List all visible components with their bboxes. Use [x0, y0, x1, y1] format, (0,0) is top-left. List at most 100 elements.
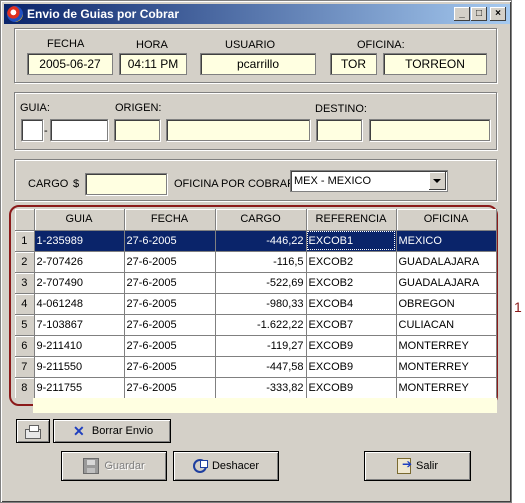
- column-header-referencia[interactable]: REFERENCIA: [306, 209, 397, 231]
- row-header[interactable]: 6: [15, 335, 35, 357]
- app-icon: [7, 6, 23, 22]
- table-row[interactable]: 8 9-211755 27-6-2005 -333,82 EXCOB9 MONTERREY: [15, 377, 497, 398]
- annotation-number: 1: [514, 299, 522, 315]
- cell-referencia[interactable]: EXCOB1: [306, 230, 397, 252]
- close-button[interactable]: ×: [490, 7, 506, 21]
- usuario-label: USUARIO: [225, 39, 276, 51]
- row-header[interactable]: 1: [15, 230, 35, 252]
- cell-referencia[interactable]: EXCOB7: [306, 314, 397, 336]
- cargo-input[interactable]: [85, 173, 167, 195]
- cell-fecha[interactable]: 27-6-2005: [124, 272, 216, 294]
- cell-guia[interactable]: 9-211410: [34, 335, 125, 357]
- guias-table: GUIA FECHA CARGO REFERENCIA OFICINA 1 1-2…: [15, 209, 497, 398]
- table-row[interactable]: 6 9-211410 27-6-2005 -119,27 EXCOB9 MONTERREY: [15, 335, 497, 357]
- cell-oficina[interactable]: OBREGON: [396, 293, 497, 315]
- table-row[interactable]: 1 1-235989 27-6-2005 -446,22 EXCOB1 MEXICO: [15, 230, 497, 252]
- guia-label: GUIA:: [20, 102, 50, 114]
- cell-guia[interactable]: 2-707490: [34, 272, 125, 294]
- window-title: Envio de Guias por Cobrar: [27, 7, 180, 21]
- cell-cargo[interactable]: -333,82: [215, 377, 307, 398]
- cell-cargo[interactable]: -447,58: [215, 356, 307, 378]
- cell-guia[interactable]: 1-235989: [34, 230, 125, 252]
- main-window: Envio de Guias por Cobrar _ □ × FECHA 20…: [0, 0, 512, 503]
- oficina-por-cobrar-label: OFICINA POR COBRAR:: [174, 178, 299, 190]
- cell-fecha[interactable]: 27-6-2005: [124, 293, 216, 315]
- fecha-field: 2005-06-27: [27, 53, 113, 75]
- guias-grid[interactable]: GUIA FECHA CARGO REFERENCIA OFICINA 1 1-2…: [15, 209, 497, 398]
- cell-guia[interactable]: 9-211550: [34, 356, 125, 378]
- destino-code-field: [316, 119, 362, 141]
- cell-fecha[interactable]: 27-6-2005: [124, 356, 216, 378]
- chevron-down-icon[interactable]: [429, 172, 446, 190]
- guia-number-input[interactable]: [50, 119, 108, 141]
- table-row[interactable]: 4 4-061248 27-6-2005 -980,33 EXCOB4 OBREGON: [15, 293, 497, 315]
- cell-fecha[interactable]: 27-6-2005: [124, 335, 216, 357]
- cell-guia[interactable]: 7-103867: [34, 314, 125, 336]
- cell-referencia[interactable]: EXCOB9: [306, 356, 397, 378]
- row-header[interactable]: 3: [15, 272, 35, 294]
- cell-oficina[interactable]: MONTERREY: [396, 356, 497, 378]
- maximize-button[interactable]: □: [471, 7, 487, 21]
- cell-fecha[interactable]: 27-6-2005: [124, 377, 216, 398]
- table-row[interactable]: 3 2-707490 27-6-2005 -522,69 EXCOB2 GUADALAJA…: [15, 272, 497, 294]
- guia-prefix-input[interactable]: [21, 119, 43, 141]
- fecha-label: FECHA: [47, 38, 85, 50]
- salir-button[interactable]: Salir: [364, 451, 471, 481]
- cell-cargo[interactable]: -1.622,22: [215, 314, 307, 336]
- column-header-fecha[interactable]: FECHA: [124, 209, 216, 231]
- save-icon: [83, 458, 100, 474]
- grid-footer-strip: [33, 398, 497, 413]
- print-button[interactable]: [16, 419, 50, 443]
- guia-panel: GUIA: - ORIGEN: DESTINO:: [14, 92, 497, 150]
- cell-oficina[interactable]: CULIACAN: [396, 314, 497, 336]
- cell-referencia[interactable]: EXCOB4: [306, 293, 397, 315]
- currency-symbol: $: [73, 178, 80, 190]
- cell-cargo[interactable]: -119,27: [215, 335, 307, 357]
- cell-cargo[interactable]: -522,69: [215, 272, 307, 294]
- minimize-button[interactable]: _: [454, 7, 470, 21]
- deshacer-label: Deshacer: [211, 460, 260, 472]
- cell-referencia[interactable]: EXCOB9: [306, 377, 397, 398]
- cell-guia[interactable]: 4-061248: [34, 293, 125, 315]
- row-header[interactable]: 2: [15, 251, 35, 273]
- usuario-field: pcarrillo: [200, 53, 316, 75]
- borrar-envio-button[interactable]: ✕ Borrar Envio: [53, 419, 171, 443]
- cargo-panel: CARGO $ OFICINA POR COBRAR: MEX - MEXICO: [14, 159, 497, 201]
- cell-fecha[interactable]: 27-6-2005: [124, 230, 216, 252]
- cell-referencia[interactable]: EXCOB2: [306, 251, 397, 273]
- cell-guia[interactable]: 9-211755: [34, 377, 125, 398]
- table-row[interactable]: 2 2-707426 27-6-2005 -116,5 EXCOB2 GUADALAJAR…: [15, 251, 497, 273]
- row-header[interactable]: 4: [15, 293, 35, 315]
- origen-code-field: [114, 119, 160, 141]
- table-row[interactable]: 7 9-211550 27-6-2005 -447,58 EXCOB9 MONTERREY: [15, 356, 497, 378]
- cell-referencia[interactable]: EXCOB2: [306, 272, 397, 294]
- cell-guia[interactable]: 2-707426: [34, 251, 125, 273]
- row-header[interactable]: 8: [15, 377, 35, 398]
- guardar-label: Guardar: [104, 460, 145, 472]
- title-bar[interactable]: Envio de Guias por Cobrar _ □ ×: [4, 4, 510, 24]
- oficina-por-cobrar-select[interactable]: MEX - MEXICO: [290, 170, 448, 192]
- cell-oficina[interactable]: MEXICO: [396, 230, 497, 252]
- cell-oficina[interactable]: GUADALAJARA: [396, 272, 497, 294]
- cell-referencia[interactable]: EXCOB9: [306, 335, 397, 357]
- column-header-guia[interactable]: GUIA: [34, 209, 125, 231]
- deshacer-button[interactable]: Deshacer: [173, 451, 279, 481]
- cell-oficina[interactable]: MONTERREY: [396, 377, 497, 398]
- cell-cargo[interactable]: -116,5: [215, 251, 307, 273]
- origen-label: ORIGEN:: [115, 102, 162, 114]
- column-header-oficina[interactable]: OFICINA: [396, 209, 497, 231]
- column-header-cargo[interactable]: CARGO: [215, 209, 307, 231]
- cell-oficina[interactable]: MONTERREY: [396, 335, 497, 357]
- cell-fecha[interactable]: 27-6-2005: [124, 314, 216, 336]
- table-row[interactable]: 5 7-103867 27-6-2005 -1.622,22 EXCOB7 CULIACA…: [15, 314, 497, 336]
- cell-oficina[interactable]: GUADALAJARA: [396, 251, 497, 273]
- salir-label: Salir: [415, 460, 438, 472]
- cargo-label: CARGO: [28, 178, 69, 190]
- oficina-label: OFICINA:: [357, 39, 405, 51]
- cell-fecha[interactable]: 27-6-2005: [124, 251, 216, 273]
- guardar-button[interactable]: Guardar: [61, 451, 167, 481]
- row-header[interactable]: 7: [15, 356, 35, 378]
- cell-cargo[interactable]: -446,22: [215, 230, 307, 252]
- cell-cargo[interactable]: -980,33: [215, 293, 307, 315]
- row-header[interactable]: 5: [15, 314, 35, 336]
